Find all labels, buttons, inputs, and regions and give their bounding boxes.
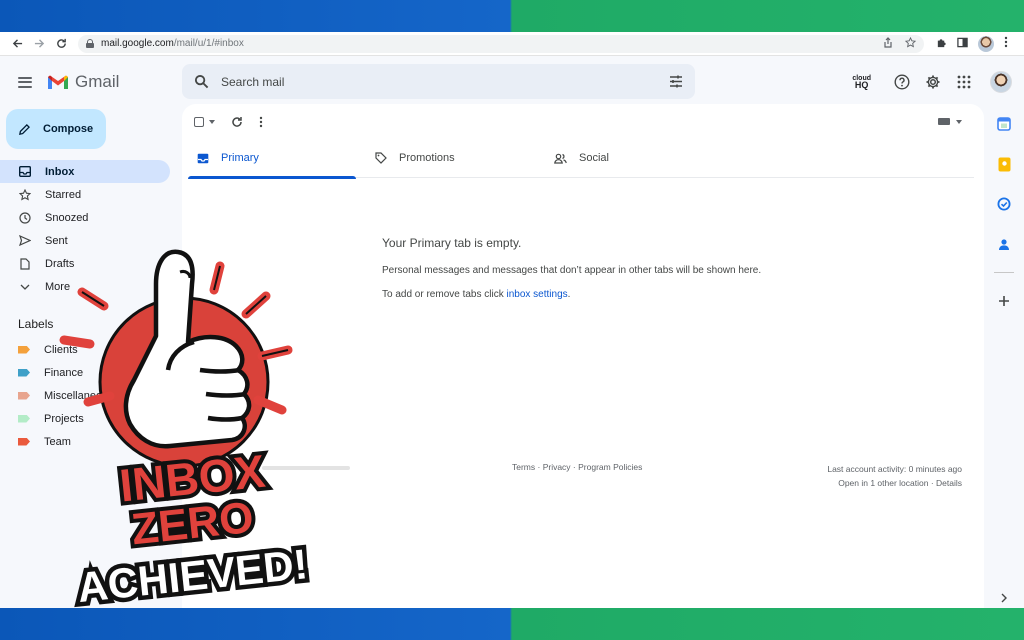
add-addon-icon[interactable]	[984, 281, 1024, 321]
compose-label: Compose	[43, 123, 94, 135]
account-activity: Last account activity: 0 minutes ago Ope…	[827, 462, 962, 490]
browser-profile-avatar[interactable]	[978, 35, 994, 52]
nav-item-inbox[interactable]: Inbox	[0, 160, 170, 183]
calendar-icon[interactable]	[984, 104, 1024, 144]
keep-icon[interactable]	[984, 144, 1024, 184]
send-icon	[18, 234, 31, 247]
nav-label: Starred	[45, 188, 82, 201]
category-tabs: Primary Promotions Social	[188, 138, 974, 179]
last-activity-text: Last account activity: 0 minutes ago	[827, 464, 962, 474]
clock-icon	[18, 211, 31, 224]
select-dropdown-icon[interactable]	[209, 120, 215, 124]
label-tag-icon	[18, 368, 30, 377]
gmail-header: Gmail Search mail cloud HQ	[0, 56, 1024, 108]
inbox-icon	[18, 165, 31, 178]
tag-icon	[374, 152, 387, 165]
footer-policy-links[interactable]: Terms · Privacy · Program Policies	[512, 462, 642, 472]
empty-description: Personal messages and messages that don’…	[382, 265, 762, 276]
other-location-details-link[interactable]: Open in 1 other location · Details	[827, 476, 962, 490]
label-tag-icon	[18, 345, 30, 354]
side-panel	[984, 104, 1024, 608]
url-path: /mail/u/1/#inbox	[173, 38, 244, 49]
input-tools-dropdown-icon	[956, 119, 962, 124]
tab-primary[interactable]: Primary	[188, 138, 356, 179]
tab-promotions[interactable]: Promotions	[366, 138, 546, 178]
forward-icon[interactable]	[28, 33, 50, 55]
sticker-text: INBOX ZERO ACHIEVED!	[71, 441, 315, 608]
address-bar[interactable]: mail.google.com/mail/u/1/#inbox	[78, 34, 924, 53]
empty-settings-hint: To add or remove tabs click inbox settin…	[382, 289, 761, 300]
search-icon[interactable]	[194, 74, 209, 89]
more-options-icon[interactable]	[259, 116, 263, 128]
label-tag-icon	[18, 391, 30, 400]
cloudhq-bottom-text: HQ	[854, 80, 869, 90]
tab-social[interactable]: Social	[546, 138, 726, 178]
tab-label: Promotions	[399, 152, 455, 164]
people-icon	[554, 152, 567, 165]
back-icon[interactable]	[6, 33, 28, 55]
side-panel-divider	[994, 272, 1014, 273]
mail-toolbar	[194, 116, 263, 128]
label-tag-icon	[18, 437, 30, 446]
label-tag-icon	[18, 414, 30, 423]
settings-gear-icon[interactable]	[924, 73, 942, 91]
side-panel-icon[interactable]	[957, 37, 968, 51]
nav-item-snoozed[interactable]: Snoozed	[0, 206, 170, 229]
top-gradient-band	[0, 0, 1024, 32]
gmail-logo[interactable]: Gmail	[47, 72, 119, 92]
empty-title: Your Primary tab is empty.	[382, 236, 522, 250]
apps-grid-icon[interactable]	[955, 73, 973, 91]
url-host: mail.google.com	[101, 38, 174, 49]
main-menu-icon[interactable]	[18, 76, 32, 88]
gmail-m-icon	[48, 75, 68, 89]
inbox-settings-link[interactable]: inbox settings	[507, 289, 568, 300]
nav-item-starred[interactable]: Starred	[0, 183, 170, 206]
sticker-line-achieved: ACHIEVED!	[75, 540, 310, 608]
gmail-wordmark: Gmail	[75, 72, 120, 91]
empty-hint-prefix: To add or remove tabs click	[382, 289, 507, 300]
contacts-icon[interactable]	[984, 224, 1024, 264]
browser-window: mail.google.com/mail/u/1/#inbox Gmail Se…	[0, 32, 1024, 608]
tab-label: Social	[579, 152, 609, 164]
bottom-gradient-band	[0, 608, 1024, 640]
browser-menu-icon[interactable]	[1004, 36, 1008, 51]
star-icon	[18, 188, 31, 201]
nav-label: Snoozed	[45, 211, 89, 224]
input-tools-button[interactable]	[938, 118, 962, 125]
hide-side-panel-icon[interactable]	[984, 592, 1024, 606]
search-input[interactable]: Search mail	[221, 75, 284, 89]
bookmark-star-icon[interactable]	[904, 36, 917, 51]
account-avatar[interactable]	[990, 71, 1012, 93]
lock-icon	[86, 39, 94, 48]
draft-icon	[18, 257, 31, 270]
keyboard-icon	[938, 118, 950, 125]
compose-button[interactable]: Compose	[6, 109, 106, 149]
extensions-icon[interactable]	[936, 37, 947, 51]
reload-icon[interactable]	[50, 33, 72, 55]
empty-state: Your Primary tab is empty. Personal mess…	[382, 236, 761, 313]
inbox-zero-sticker: INBOX ZERO ACHIEVED!	[59, 249, 315, 608]
search-options-icon[interactable]	[669, 75, 683, 88]
share-icon[interactable]	[883, 36, 893, 51]
nav-label: Inbox	[45, 165, 75, 178]
browser-toolbar: mail.google.com/mail/u/1/#inbox	[0, 32, 1024, 56]
pencil-icon	[19, 123, 30, 135]
inbox-icon	[196, 152, 209, 165]
select-all-checkbox[interactable]	[194, 117, 204, 127]
cloudhq-icon[interactable]: cloud HQ	[852, 75, 871, 90]
empty-hint-suffix: .	[567, 289, 571, 300]
tab-label: Primary	[221, 152, 259, 164]
chevron-down-icon	[18, 280, 31, 293]
tasks-icon[interactable]	[984, 184, 1024, 224]
help-icon[interactable]	[893, 73, 911, 91]
search-bar[interactable]: Search mail	[182, 64, 695, 99]
refresh-icon[interactable]	[231, 116, 243, 128]
